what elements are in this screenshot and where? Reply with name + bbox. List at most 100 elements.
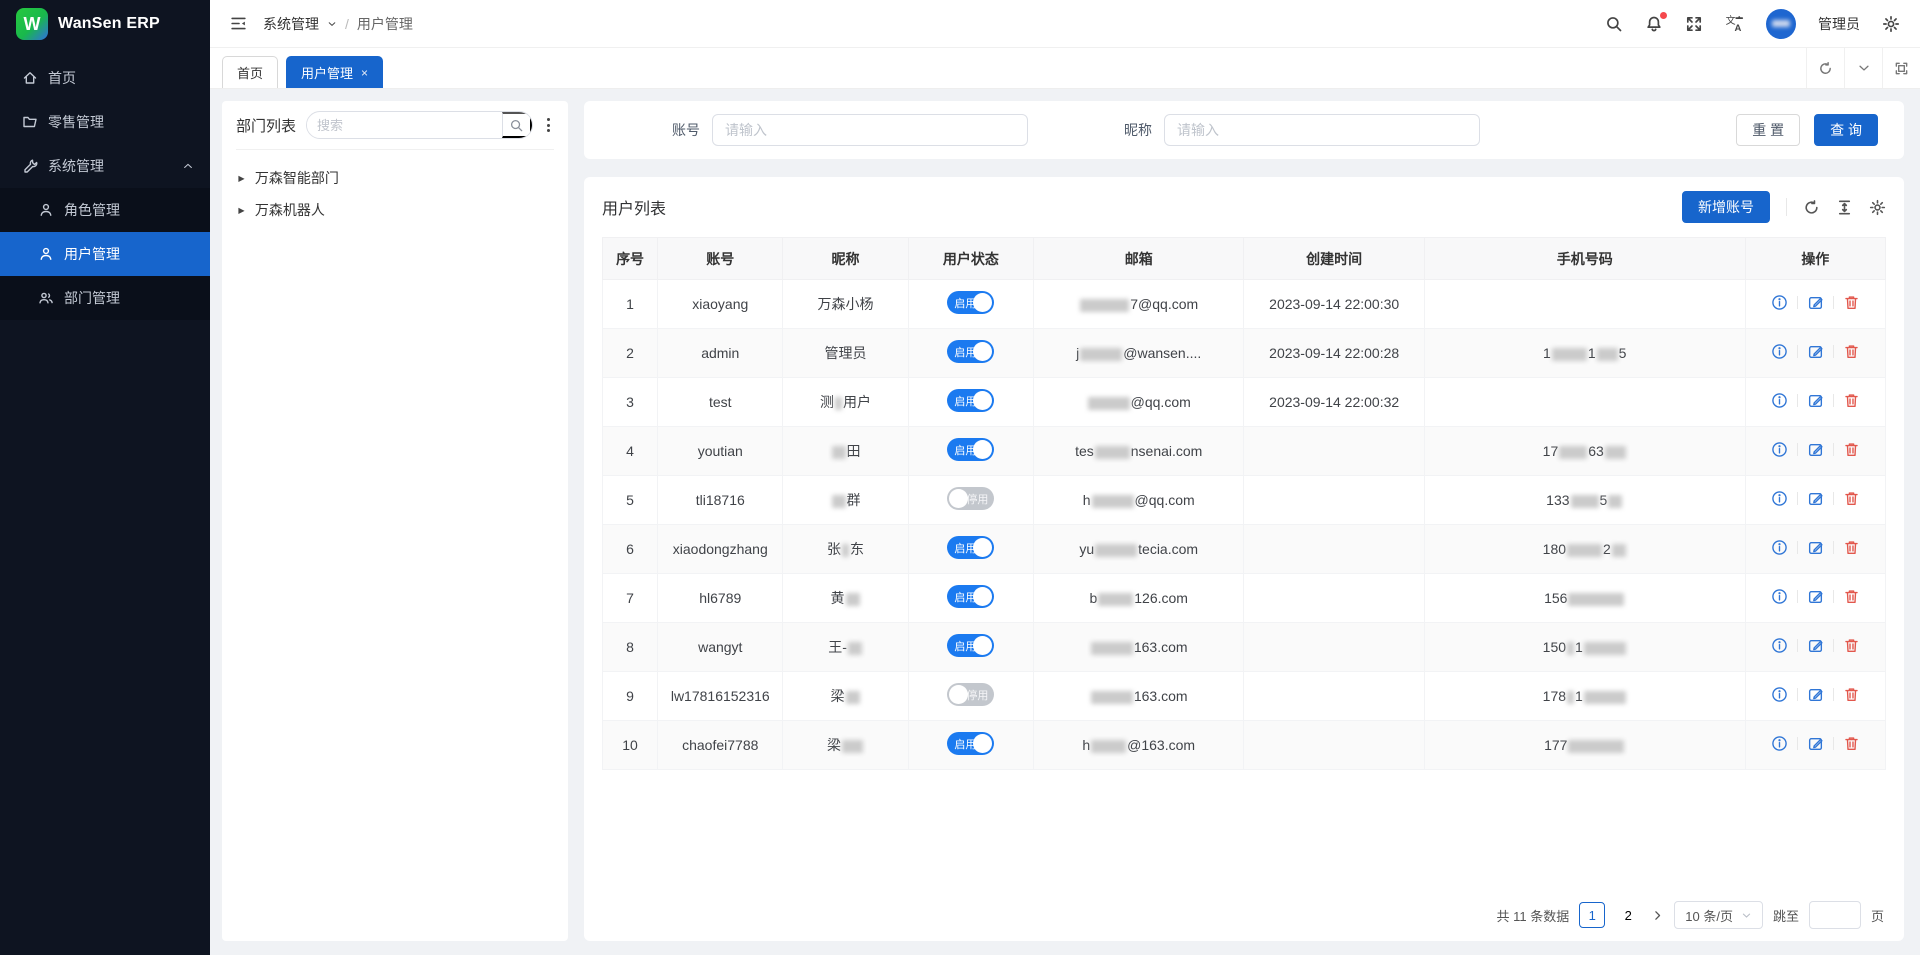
row-delete-button[interactable] — [1843, 735, 1860, 752]
row-edit-button[interactable] — [1807, 637, 1824, 654]
cell-status: 停用 — [908, 672, 1033, 721]
action-divider — [1797, 639, 1798, 652]
row-delete-button[interactable] — [1843, 441, 1860, 458]
status-toggle[interactable]: 启用 — [947, 732, 994, 755]
department-search-button[interactable] — [502, 112, 532, 138]
sidebar-item-label: 系统管理 — [48, 156, 172, 176]
nickname-field: 昵称 — [1124, 114, 1480, 146]
caret-right-icon[interactable]: ▶ — [238, 173, 244, 183]
row-edit-button[interactable] — [1807, 735, 1824, 752]
maximize-content-button[interactable] — [1882, 48, 1920, 88]
cell-status: 启用 — [908, 329, 1033, 378]
collapse-sidebar-icon[interactable] — [230, 15, 247, 32]
row-info-button[interactable] — [1771, 490, 1788, 507]
status-toggle[interactable]: 启用 — [947, 585, 994, 608]
row-edit-button[interactable] — [1807, 343, 1824, 360]
row-info-button[interactable] — [1771, 686, 1788, 703]
row-edit-button[interactable] — [1807, 588, 1824, 605]
page-size-select[interactable]: 10 条/页 — [1674, 901, 1763, 929]
department-tree-item[interactable]: ▶ 万森机器人 — [238, 194, 550, 226]
sidebar-item-system[interactable]: 系统管理 — [0, 144, 210, 188]
cell-status: 启用 — [908, 525, 1033, 574]
tab-user-management[interactable]: 用户管理 × — [286, 56, 383, 88]
row-delete-button[interactable] — [1843, 686, 1860, 703]
status-toggle[interactable]: 启用 — [947, 340, 994, 363]
sidebar-item-home[interactable]: 首页 — [0, 56, 210, 100]
refresh-table-icon[interactable] — [1803, 199, 1820, 216]
more-options-icon[interactable] — [543, 114, 554, 136]
action-divider — [1833, 345, 1834, 358]
gear-icon[interactable] — [1882, 15, 1900, 33]
tab-label: 用户管理 — [301, 63, 353, 82]
status-toggle-knob — [973, 538, 992, 557]
row-delete-button[interactable] — [1843, 588, 1860, 605]
search-icon[interactable] — [1605, 15, 1623, 33]
jump-page-input[interactable] — [1809, 901, 1861, 929]
query-button[interactable]: 查 询 — [1814, 114, 1878, 146]
breadcrumb-level1[interactable]: 系统管理 — [263, 14, 319, 34]
svg-text:A: A — [1735, 23, 1742, 33]
avatar[interactable] — [1766, 9, 1796, 39]
cell-status: 启用 — [908, 721, 1033, 770]
row-edit-button[interactable] — [1807, 294, 1824, 311]
row-edit-button[interactable] — [1807, 392, 1824, 409]
logo[interactable]: W WanSen ERP — [0, 0, 210, 48]
table-row: 4 youtian 田 启用 tesnsenai.com 1763 — [603, 427, 1886, 476]
user-name[interactable]: 管理员 — [1818, 14, 1860, 34]
page-button-2[interactable]: 2 — [1615, 902, 1641, 928]
reset-button[interactable]: 重 置 — [1736, 114, 1800, 146]
status-toggle[interactable]: 启用 — [947, 291, 994, 314]
department-search-input[interactable] — [307, 118, 502, 133]
close-tab-icon[interactable]: × — [361, 66, 368, 80]
row-delete-button[interactable] — [1843, 637, 1860, 654]
row-edit-button[interactable] — [1807, 441, 1824, 458]
table-settings-gear-icon[interactable] — [1869, 199, 1886, 216]
cell-account: lw17816152316 — [658, 672, 783, 721]
next-page-button[interactable] — [1651, 909, 1664, 922]
status-toggle[interactable]: 启用 — [947, 438, 994, 461]
tab-options-button[interactable] — [1844, 48, 1882, 88]
translate-icon[interactable]: 文A — [1725, 14, 1744, 33]
sidebar-item-role[interactable]: 角色管理 — [0, 188, 210, 232]
status-toggle[interactable]: 启用 — [947, 634, 994, 657]
row-info-button[interactable] — [1771, 735, 1788, 752]
status-toggle[interactable]: 停用 — [947, 683, 994, 706]
sidebar-item-user[interactable]: 用户管理 — [0, 232, 210, 276]
row-info-button[interactable] — [1771, 441, 1788, 458]
row-delete-button[interactable] — [1843, 490, 1860, 507]
page-button-1[interactable]: 1 — [1579, 902, 1605, 928]
row-delete-button[interactable] — [1843, 539, 1860, 556]
status-toggle[interactable]: 启用 — [947, 389, 994, 412]
row-info-button[interactable] — [1771, 588, 1788, 605]
tab-home[interactable]: 首页 — [222, 56, 278, 88]
row-delete-button[interactable] — [1843, 392, 1860, 409]
sidebar-item-retail[interactable]: 零售管理 — [0, 100, 210, 144]
account-input[interactable] — [712, 114, 1028, 146]
fullscreen-icon[interactable] — [1685, 15, 1703, 33]
status-toggle[interactable]: 停用 — [947, 487, 994, 510]
notification-bell[interactable] — [1645, 15, 1663, 33]
sidebar: W WanSen ERP 首页 零售管理 系统管理 角色管理 — [0, 0, 210, 955]
sidebar-item-dept[interactable]: 部门管理 — [0, 276, 210, 320]
row-edit-button[interactable] — [1807, 490, 1824, 507]
caret-right-icon[interactable]: ▶ — [238, 205, 244, 215]
row-delete-button[interactable] — [1843, 343, 1860, 360]
nickname-input[interactable] — [1164, 114, 1480, 146]
row-info-button[interactable] — [1771, 343, 1788, 360]
row-delete-button[interactable] — [1843, 294, 1860, 311]
row-edit-button[interactable] — [1807, 686, 1824, 703]
column-height-icon[interactable] — [1836, 199, 1853, 216]
status-toggle[interactable]: 启用 — [947, 536, 994, 559]
cell-status: 启用 — [908, 574, 1033, 623]
add-account-button[interactable]: 新增账号 — [1682, 191, 1770, 223]
department-tree-item[interactable]: ▶ 万森智能部门 — [238, 162, 550, 194]
row-edit-button[interactable] — [1807, 539, 1824, 556]
row-info-button[interactable] — [1771, 637, 1788, 654]
cell-created: 2023-09-14 22:00:30 — [1244, 280, 1424, 329]
redacted-text — [832, 495, 846, 508]
refresh-page-button[interactable] — [1806, 48, 1844, 88]
row-info-button[interactable] — [1771, 294, 1788, 311]
row-info-button[interactable] — [1771, 392, 1788, 409]
row-info-button[interactable] — [1771, 539, 1788, 556]
app-title: WanSen ERP — [58, 15, 160, 33]
